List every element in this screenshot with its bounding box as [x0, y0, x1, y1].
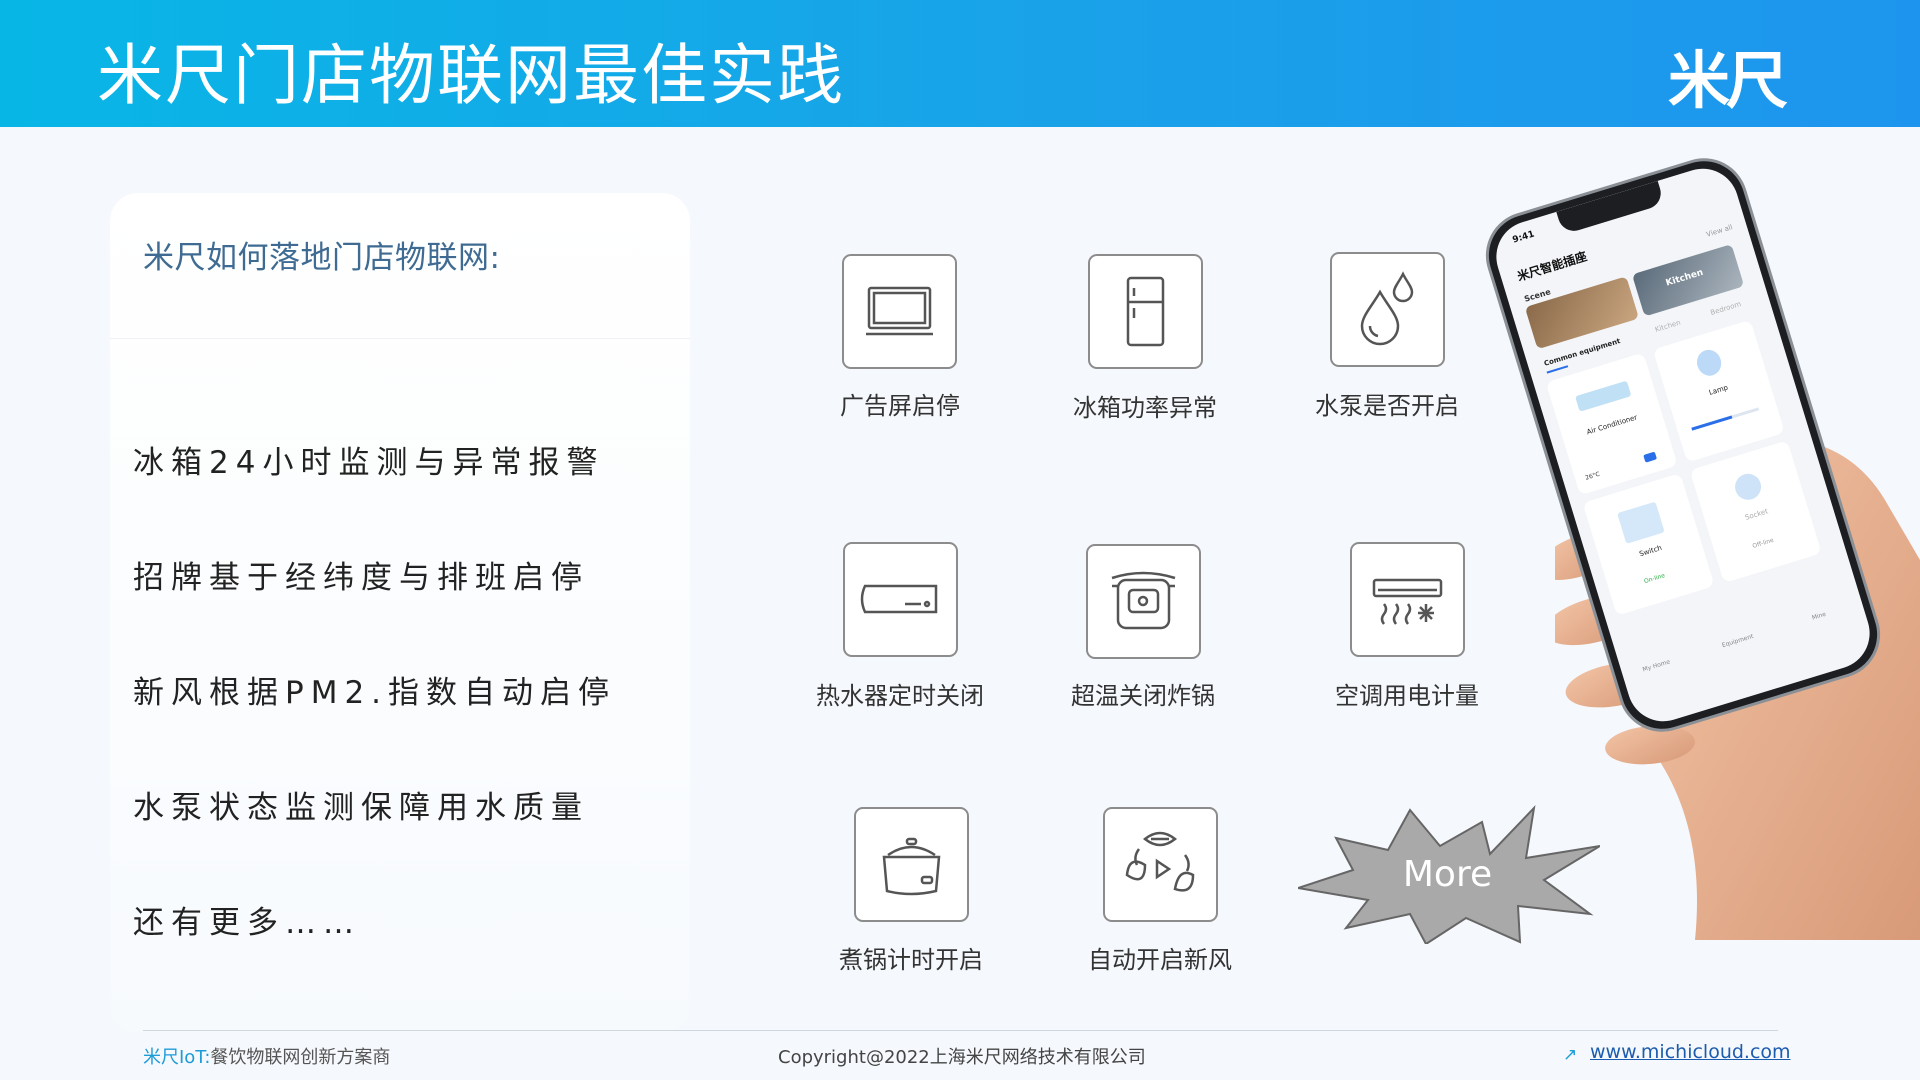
air-conditioner-icon — [1575, 380, 1632, 412]
footer-tagline: 餐饮物联网创新方案商 — [210, 1047, 391, 1068]
more-label[interactable]: More — [1370, 854, 1525, 895]
fryer-icon — [1086, 544, 1201, 659]
tile-label: 超温关闭炸锅 — [1071, 682, 1215, 710]
device-status: On-line — [1643, 572, 1666, 586]
website-link[interactable]: www.michicloud.com — [1590, 1041, 1791, 1063]
tile-label: 冰箱功率异常 — [1073, 394, 1217, 422]
header-bar: 米尺门店物联网最佳实践 米尺 — [0, 0, 1920, 127]
device-card-socket[interactable]: Socket Off-line — [1689, 440, 1822, 584]
rice-cooker-icon — [854, 807, 969, 922]
feature-point: 冰箱24小时监测与异常报警 — [133, 445, 605, 481]
feature-point: 新风根据PM2.指数自动启停 — [133, 675, 617, 711]
device-status: Off-line — [1751, 536, 1775, 550]
tile-label: 广告屏启停 — [840, 392, 960, 420]
monitor-icon — [842, 254, 957, 369]
footer-copyright: Copyright@2022上海米尺网络技术有限公司 — [778, 1047, 1146, 1068]
nav-mine[interactable]: Mine — [1794, 606, 1844, 627]
app-title: 米尺智能插座 — [1515, 249, 1589, 284]
scene-card[interactable] — [1524, 276, 1640, 350]
brand-logo: 米尺 — [1668, 44, 1788, 117]
water-heater-icon — [843, 542, 958, 657]
water-drops-icon — [1330, 252, 1445, 367]
footer-brand-name: 米尺IoT: — [143, 1047, 211, 1068]
nav-equipment[interactable]: Equipment — [1713, 630, 1763, 651]
nav-my-home[interactable]: My Home — [1631, 655, 1681, 676]
status-time: 9:41 — [1511, 229, 1536, 246]
tab-bedroom[interactable]: Bedroom — [1709, 300, 1742, 317]
page-title: 米尺门店物联网最佳实践 — [97, 37, 845, 114]
device-card-air-conditioner[interactable]: Air Conditioner 26°C — [1545, 352, 1678, 496]
device-name: Socket — [1744, 507, 1769, 522]
socket-icon — [1731, 470, 1765, 504]
card-title: 米尺如何落地门店物联网: — [143, 240, 501, 276]
footer-brand: 米尺IoT:餐饮物联网创新方案商 — [143, 1043, 390, 1069]
tile-label: 水泵是否开启 — [1315, 392, 1459, 420]
feature-point: 水泵状态监测保障用水质量 — [133, 790, 589, 826]
tile-label: 空调用电计量 — [1335, 682, 1479, 710]
tile-label: 煮锅计时开启 — [839, 946, 983, 974]
fresh-air-icon — [1103, 807, 1218, 922]
feature-point: 还有更多…… — [133, 905, 361, 941]
feature-point: 招牌基于经纬度与排班启停 — [133, 560, 589, 596]
view-all-link[interactable]: View all — [1705, 223, 1733, 239]
device-temp: 26°C — [1584, 470, 1601, 482]
air-conditioner-icon — [1350, 542, 1465, 657]
tile-label: 热水器定时关闭 — [816, 682, 984, 710]
tile-label: 自动开启新风 — [1088, 946, 1232, 974]
device-name: Air Conditioner — [1585, 413, 1639, 437]
tab-kitchen[interactable]: Kitchen — [1654, 319, 1682, 334]
device-name: Switch — [1638, 543, 1663, 559]
device-toggle[interactable] — [1643, 451, 1658, 463]
device-card-switch[interactable]: Switch On-line — [1582, 473, 1715, 616]
card-divider — [110, 338, 690, 339]
footer-divider — [143, 1030, 1778, 1031]
device-name: Lamp — [1708, 383, 1729, 397]
switch-icon — [1617, 501, 1665, 544]
brightness-slider[interactable] — [1691, 407, 1760, 431]
device-card-lamp[interactable]: Lamp — [1652, 319, 1785, 463]
fridge-icon — [1088, 254, 1203, 369]
lamp-icon — [1693, 346, 1725, 379]
external-link-icon: ↗ — [1563, 1045, 1578, 1065]
